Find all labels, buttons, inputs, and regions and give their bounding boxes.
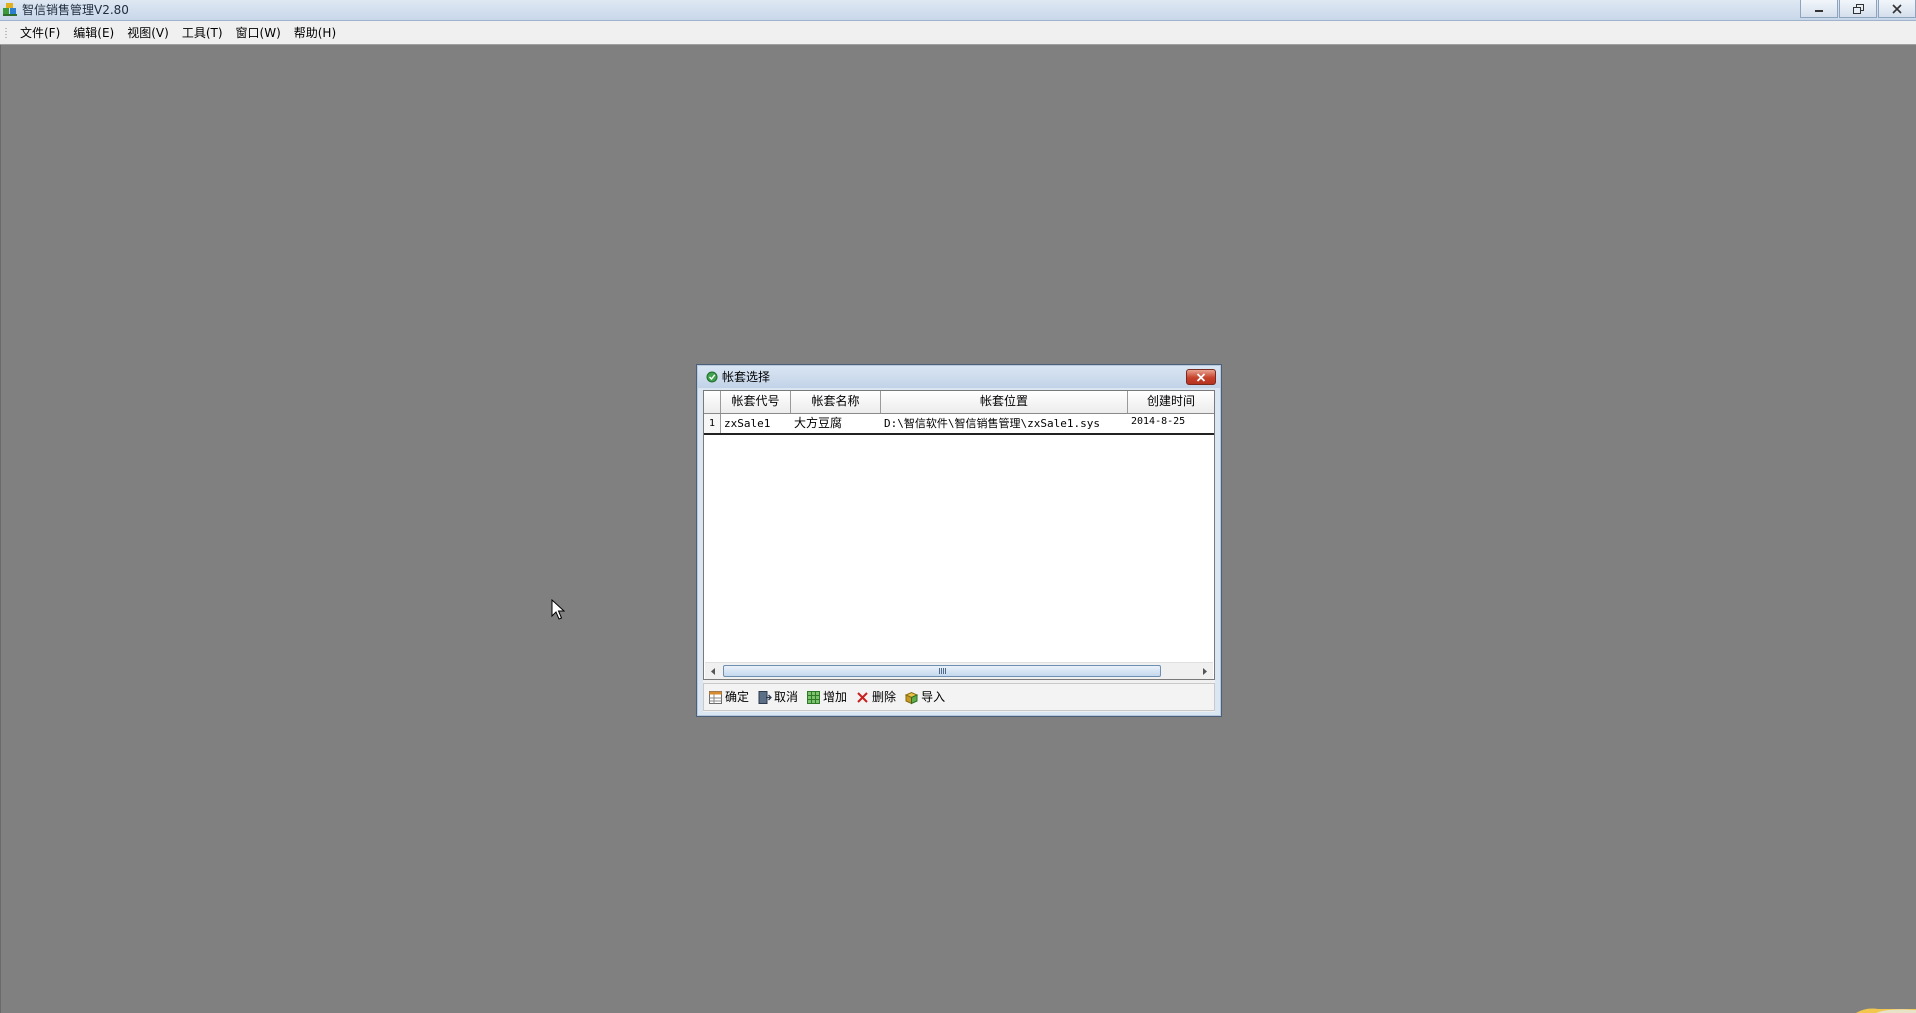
delete-x-icon	[857, 691, 868, 703]
minimize-button[interactable]	[1800, 0, 1838, 18]
cancel-door-icon	[758, 690, 772, 704]
restore-button[interactable]	[1839, 0, 1877, 18]
add-button[interactable]: 增加	[806, 686, 847, 708]
menu-help[interactable]: 帮助(H)	[289, 22, 344, 44]
header-account-code[interactable]: 帐套代号	[721, 391, 791, 413]
menu-tools[interactable]: 工具(T)	[177, 22, 231, 44]
header-created-time[interactable]: 创建时间	[1128, 391, 1214, 413]
ok-button[interactable]: 确定	[708, 686, 749, 708]
menu-bar: 文件(F) 编辑(E) 视图(V) 工具(T) 窗口(W) 帮助(H)	[0, 21, 1916, 45]
delete-label: 删除	[872, 690, 897, 704]
add-table-icon	[807, 690, 821, 704]
dialog-title-bar[interactable]: 帐套选择	[698, 366, 1220, 388]
scroll-thumb[interactable]	[723, 665, 1161, 677]
dialog-app-icon	[706, 371, 718, 383]
app-logo-icon	[3, 3, 17, 16]
arrow-right-icon	[1203, 667, 1207, 675]
scroll-left-button[interactable]	[705, 663, 722, 679]
dialog-body: 帐套代号 帐套名称 帐套位置 创建时间 1 zxSale1 大方豆腐 D:\智信…	[703, 390, 1215, 712]
ok-label: 确定	[725, 690, 750, 704]
window-controls	[1799, 0, 1916, 18]
import-label: 导入	[921, 690, 946, 704]
created-time-cell[interactable]: 2014-8-25	[1128, 414, 1214, 433]
cancel-label: 取消	[774, 690, 799, 704]
cancel-button[interactable]: 取消	[757, 686, 798, 708]
header-row-number	[704, 391, 721, 413]
grid-header: 帐套代号 帐套名称 帐套位置 创建时间	[704, 391, 1214, 414]
row-number-cell: 1	[704, 414, 721, 433]
menu-window[interactable]: 窗口(W)	[231, 22, 289, 44]
account-name-cell[interactable]: 大方豆腐	[791, 414, 881, 433]
dialog-toolbar: 确定 取消 增加 删除 导入	[703, 683, 1215, 711]
scroll-grip-icon	[938, 668, 946, 674]
menu-grip-handle[interactable]	[5, 26, 7, 39]
close-icon	[1892, 3, 1902, 14]
dialog-title: 帐套选择	[722, 370, 771, 384]
import-button[interactable]: 导入	[904, 686, 945, 708]
horizontal-scrollbar[interactable]	[705, 662, 1213, 679]
confirm-table-icon	[709, 690, 722, 704]
account-grid[interactable]: 帐套代号 帐套名称 帐套位置 创建时间 1 zxSale1 大方豆腐 D:\智信…	[703, 390, 1215, 680]
restore-icon	[1852, 3, 1864, 14]
mouse-cursor-icon	[551, 599, 565, 620]
delete-button[interactable]: 删除	[855, 686, 896, 708]
import-box-icon	[904, 691, 919, 704]
account-code-cell[interactable]: zxSale1	[721, 414, 791, 433]
arrow-left-icon	[711, 667, 715, 675]
account-select-dialog: 帐套选择 帐套代号 帐套名称 帐套位置 创建时间 1 zxSale1 大方豆腐 …	[696, 364, 1222, 717]
app-title: 智信销售管理V2.80	[22, 3, 129, 17]
dialog-close-button[interactable]	[1186, 369, 1216, 385]
main-title-bar[interactable]: 智信销售管理V2.80	[0, 0, 1916, 21]
close-icon	[1196, 372, 1206, 382]
menu-view[interactable]: 视图(V)	[122, 22, 177, 44]
header-account-path[interactable]: 帐套位置	[881, 391, 1128, 413]
scroll-right-button[interactable]	[1196, 663, 1213, 679]
add-label: 增加	[823, 690, 848, 704]
header-account-name[interactable]: 帐套名称	[791, 391, 881, 413]
account-path-cell[interactable]: D:\智信软件\智信销售管理\zxSale1.sys	[881, 414, 1128, 433]
table-row[interactable]: 1 zxSale1 大方豆腐 D:\智信软件\智信销售管理\zxSale1.sy…	[704, 414, 1214, 435]
menu-file[interactable]: 文件(F)	[15, 22, 68, 44]
menu-edit[interactable]: 编辑(E)	[68, 22, 122, 44]
close-button[interactable]	[1878, 0, 1916, 18]
tray-notification-flare	[1856, 1008, 1916, 1013]
minimize-icon	[1815, 9, 1823, 12]
